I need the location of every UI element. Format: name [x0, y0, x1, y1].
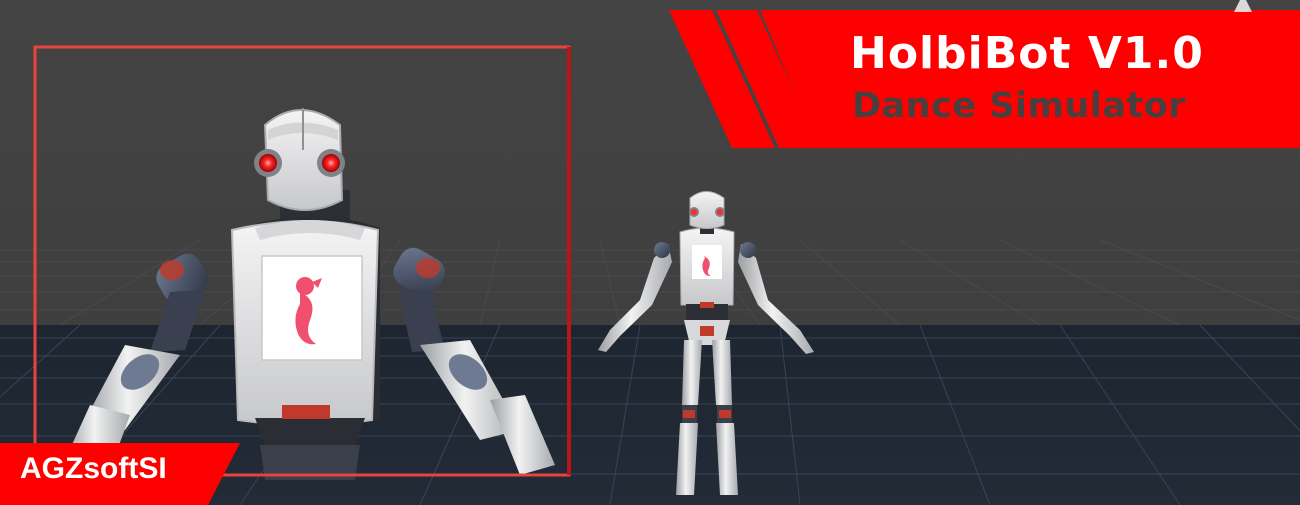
banner-title: HolbiBot V1.0: [850, 28, 1204, 79]
game-viewport[interactable]: HolbiBot V1.0 Dance Simulator AGZsoftSI: [0, 0, 1300, 505]
banner-subtitle: Dance Simulator: [852, 86, 1187, 126]
brand-label: AGZsoftSI: [20, 452, 167, 485]
closeup-head: [254, 108, 345, 211]
